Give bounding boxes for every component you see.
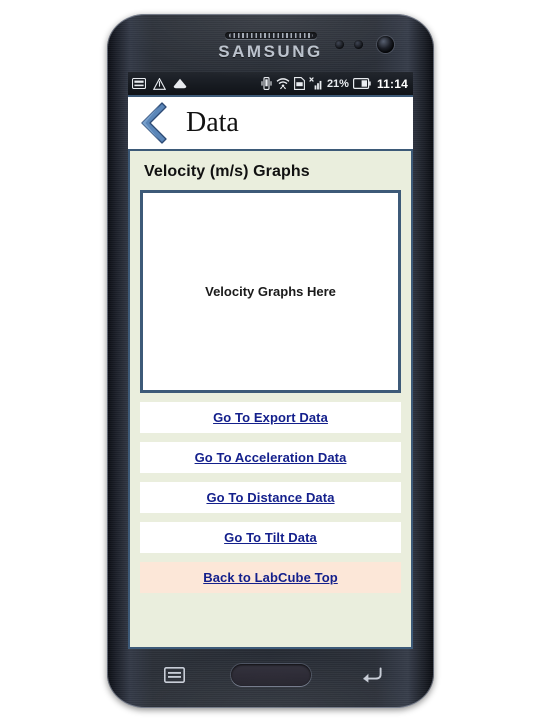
nav-button-0[interactable]: Go To Export Data <box>140 402 401 433</box>
nav-button-3[interactable]: Go To Tilt Data <box>140 522 401 553</box>
menu-key-icon[interactable] <box>164 667 185 683</box>
vibrate-icon <box>261 77 272 90</box>
page-title: Data <box>186 107 239 138</box>
back-chevron-icon[interactable] <box>136 101 170 145</box>
wifi-icon <box>276 78 290 90</box>
nav-button-label[interactable]: Go To Tilt Data <box>224 530 317 545</box>
phone-screen: 21% 11:14 Data Velocity (m/s) Graphs Vel… <box>128 72 413 649</box>
section-heading: Velocity (m/s) Graphs <box>144 163 310 180</box>
graph-placeholder-text: Velocity Graphs Here <box>205 284 336 299</box>
earpiece-speaker-icon <box>224 32 317 39</box>
sd-card-icon <box>293 77 305 90</box>
samsung-brand-logo: SAMSUNG <box>218 42 323 61</box>
signal-bars-icon <box>309 77 322 90</box>
cloud-icon <box>173 78 187 89</box>
battery-icon <box>352 78 371 89</box>
status-bar-left-icons <box>132 77 187 90</box>
app-content: Velocity (m/s) Graphs Velocity Graphs He… <box>128 151 413 649</box>
nav-button-label[interactable]: Back to LabCube Top <box>203 570 338 585</box>
proximity-sensor-icon <box>335 40 344 49</box>
nav-button-label[interactable]: Go To Export Data <box>213 410 328 425</box>
front-camera-icon <box>377 36 394 53</box>
home-button[interactable] <box>230 664 311 686</box>
nav-button-4[interactable]: Back to LabCube Top <box>140 562 401 593</box>
velocity-graph-container: Velocity Graphs Here <box>140 190 401 393</box>
status-bar-clock: 11:14 <box>376 76 408 91</box>
nav-button-1[interactable]: Go To Acceleration Data <box>140 442 401 473</box>
phone-device: SAMSUNG 21% 11:14 Data Velocity (m/s) Gr… <box>107 14 434 708</box>
light-sensor-icon <box>354 40 363 49</box>
battery-percent-label: 21% <box>326 77 349 90</box>
nav-button-label[interactable]: Go To Distance Data <box>206 490 334 505</box>
keyboard-icon <box>132 78 146 89</box>
warning-triangle-icon <box>153 77 166 90</box>
status-bar-right-icons: 21% 11:14 <box>261 77 408 91</box>
nav-button-label[interactable]: Go To Acceleration Data <box>195 450 347 465</box>
app-title-bar: Data <box>128 95 413 151</box>
speaker-grille <box>228 33 313 38</box>
android-status-bar: 21% 11:14 <box>128 72 413 95</box>
navigation-button-list: Go To Export Data Go To Acceleration Data… <box>140 402 401 593</box>
back-key-icon[interactable] <box>360 667 382 684</box>
nav-button-2[interactable]: Go To Distance Data <box>140 482 401 513</box>
